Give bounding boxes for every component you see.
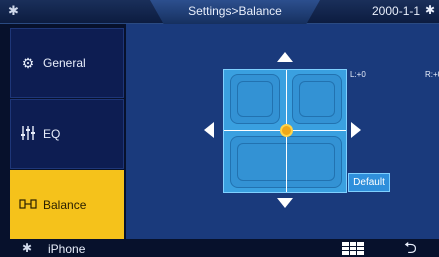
apps-grid-icon[interactable] <box>342 242 364 255</box>
equalizer-icon <box>17 125 39 144</box>
page-title: Settings>Balance <box>188 4 282 18</box>
sidebar-item-label: EQ <box>43 127 61 141</box>
sidebar-item-balance[interactable]: Balance <box>10 170 124 240</box>
seat-front-left <box>230 74 280 124</box>
bluetooth-status-icon: ✱ <box>425 3 436 17</box>
sidebar: ⚙ General EQ Balance <box>0 24 126 240</box>
sidebar-item-general[interactable]: ⚙ General <box>10 28 124 98</box>
sidebar-item-label: General <box>43 56 86 70</box>
balance-right-arrow[interactable] <box>351 122 361 138</box>
balance-up-arrow[interactable] <box>277 52 293 62</box>
date-display: 2000-1-1 <box>372 4 421 18</box>
bluetooth-icon: ✱ <box>8 3 19 18</box>
bluetooth-icon: ✱ <box>22 241 33 255</box>
balance-icon <box>17 197 39 213</box>
title-tab: Settings>Balance <box>150 0 320 24</box>
bottom-bar: ✱ iPhone ⮌ <box>0 239 439 257</box>
sidebar-item-label: Balance <box>43 198 87 212</box>
back-arrow-icon[interactable]: ⮌ <box>404 237 417 257</box>
seat-front-right <box>292 74 342 124</box>
balance-left-arrow[interactable] <box>204 122 214 138</box>
status-bar: ✱ Settings>Balance 2000-1-1 ✱ <box>0 0 439 24</box>
sidebar-item-eq[interactable]: EQ <box>10 99 124 169</box>
gear-icon: ⚙ <box>21 54 35 71</box>
device-name: iPhone <box>48 242 86 256</box>
balance-pad[interactable] <box>223 69 347 193</box>
default-button[interactable]: Default <box>348 173 390 192</box>
balance-handle[interactable] <box>280 124 293 137</box>
right-value: R:+0 <box>425 70 439 79</box>
left-value: L:+0 <box>350 70 366 79</box>
balance-down-arrow[interactable] <box>277 198 293 208</box>
